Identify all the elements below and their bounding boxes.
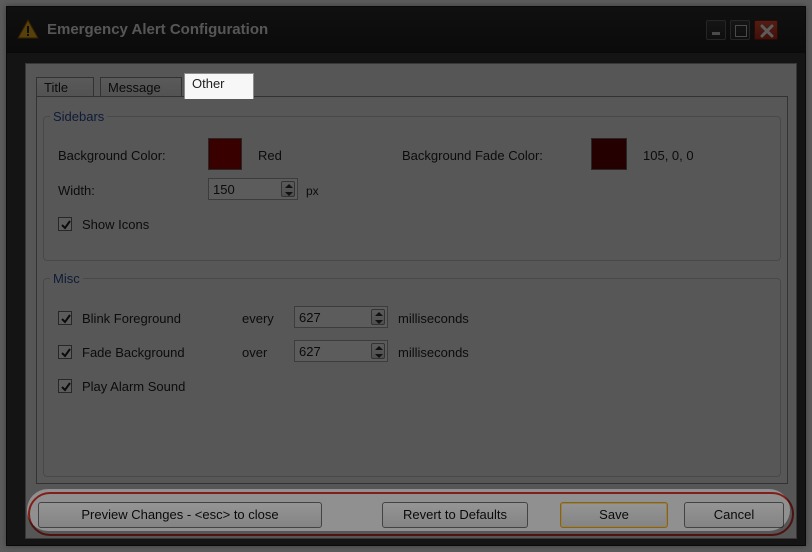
spin-arrows-icon[interactable] bbox=[281, 181, 295, 197]
minimize-icon[interactable] bbox=[706, 20, 726, 40]
fade-color-swatch[interactable] bbox=[591, 138, 627, 170]
width-value: 150 bbox=[213, 182, 235, 197]
spin-arrows-icon[interactable] bbox=[371, 343, 385, 359]
checkmark-icon bbox=[61, 382, 71, 392]
background-color-label: Background Color: bbox=[58, 148, 166, 163]
tab-message[interactable]: Message bbox=[100, 77, 182, 97]
window-title: Emergency Alert Configuration bbox=[47, 21, 269, 38]
warning-triangle-icon bbox=[17, 19, 39, 39]
button-bar-highlight: Preview Changes - <esc> to close Revert … bbox=[28, 492, 794, 536]
play-alarm-label: Play Alarm Sound bbox=[82, 379, 186, 394]
tab-panel-other: Sidebars Background Color: Red Backgroun… bbox=[36, 96, 788, 484]
sidebars-group: Sidebars Background Color: Red Backgroun… bbox=[43, 109, 781, 261]
close-icon[interactable] bbox=[754, 20, 778, 40]
maximize-icon[interactable] bbox=[730, 20, 750, 40]
fade-background-checkbox[interactable] bbox=[58, 345, 72, 359]
save-button[interactable]: Save bbox=[560, 502, 668, 528]
width-unit: px bbox=[306, 184, 319, 198]
blink-interval-value: 627 bbox=[299, 310, 321, 325]
checkmark-icon bbox=[61, 220, 71, 230]
show-icons-label: Show Icons bbox=[82, 217, 150, 232]
background-color-swatch[interactable] bbox=[208, 138, 242, 170]
cancel-button[interactable]: Cancel bbox=[684, 502, 784, 528]
width-label: Width: bbox=[58, 183, 95, 198]
blink-foreground-checkbox[interactable] bbox=[58, 311, 72, 325]
preview-changes-button[interactable]: Preview Changes - <esc> to close bbox=[38, 502, 322, 528]
fade-color-label: Background Fade Color: bbox=[402, 148, 543, 163]
blink-unit-label: milliseconds bbox=[398, 311, 469, 326]
title-bar[interactable]: Emergency Alert Configuration bbox=[7, 7, 805, 53]
tab-other[interactable]: Other bbox=[184, 73, 254, 99]
checkmark-icon bbox=[61, 348, 71, 358]
blink-interval-stepper[interactable]: 627 bbox=[294, 306, 388, 328]
spin-arrows-icon[interactable] bbox=[371, 309, 385, 325]
checkmark-icon bbox=[61, 314, 71, 324]
revert-to-defaults-button[interactable]: Revert to Defaults bbox=[382, 502, 528, 528]
width-stepper[interactable]: 150 bbox=[208, 178, 298, 200]
fade-connector-label: over bbox=[242, 345, 268, 360]
dialog-client-area: Title Message Other Sidebars Background … bbox=[25, 63, 797, 539]
misc-group: Misc Blink Foreground every 627 millisec… bbox=[43, 271, 781, 477]
blink-connector-label: every bbox=[242, 311, 274, 326]
fade-duration-value: 627 bbox=[299, 344, 321, 359]
fade-background-label: Fade Background bbox=[82, 345, 185, 360]
blink-foreground-label: Blink Foreground bbox=[82, 311, 181, 326]
tab-title[interactable]: Title bbox=[36, 77, 94, 97]
show-icons-checkbox[interactable] bbox=[58, 217, 72, 231]
fade-duration-stepper[interactable]: 627 bbox=[294, 340, 388, 362]
fade-color-value: 105, 0, 0 bbox=[643, 148, 694, 163]
background-color-value: Red bbox=[258, 148, 282, 163]
misc-legend: Misc bbox=[53, 271, 80, 286]
fade-unit-label: milliseconds bbox=[398, 345, 469, 360]
dialog-window: Emergency Alert Configuration Title Mess… bbox=[6, 6, 806, 546]
play-alarm-checkbox[interactable] bbox=[58, 379, 72, 393]
sidebars-legend: Sidebars bbox=[53, 109, 105, 124]
